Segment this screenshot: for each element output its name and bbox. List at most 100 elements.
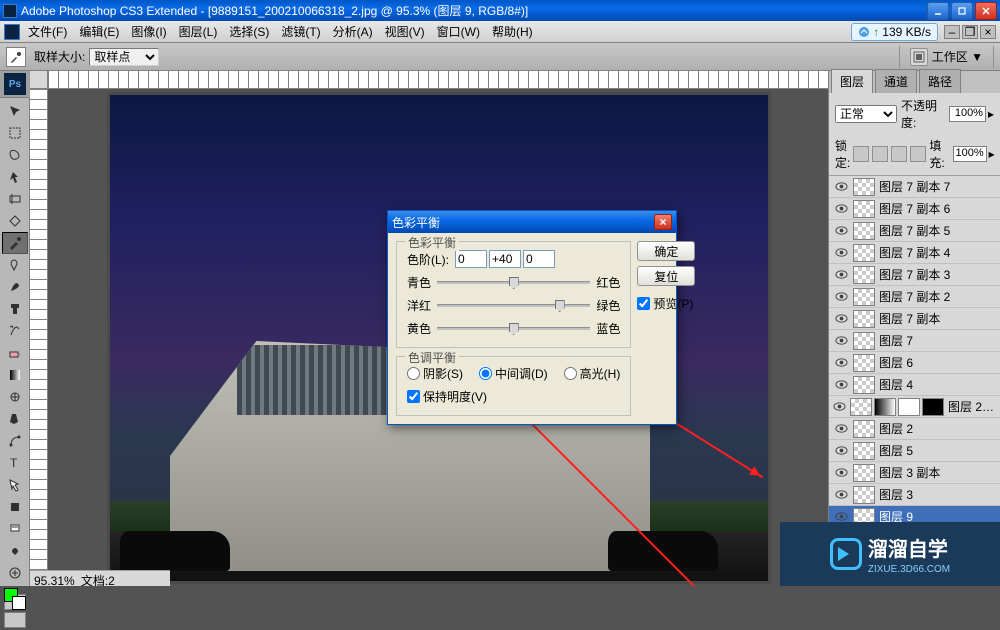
menu-item[interactable]: 编辑(E) (73, 20, 125, 43)
layer-thumbnail[interactable] (853, 332, 875, 350)
tone-radio[interactable] (564, 367, 577, 380)
dodge-tool[interactable] (2, 408, 28, 430)
magic-wand-tool[interactable] (2, 166, 28, 188)
layer-thumbnail[interactable] (853, 310, 875, 328)
lock-transparent-button[interactable] (853, 146, 869, 162)
levels-input-3[interactable] (523, 250, 555, 268)
layer-row[interactable]: 图层 7 副本 3 (829, 264, 1000, 286)
slice-tool[interactable] (2, 210, 28, 232)
marquee-tool[interactable] (2, 122, 28, 144)
notes-tool[interactable] (2, 518, 28, 540)
doc-restore-button[interactable]: ❐ (962, 25, 978, 39)
layer-thumbnail[interactable] (853, 354, 875, 372)
toolbox-header[interactable]: Ps (0, 71, 30, 98)
hand-tool[interactable] (2, 540, 28, 562)
levels-input-1[interactable] (455, 250, 487, 268)
doc-minimize-button[interactable]: – (944, 25, 960, 39)
visibility-toggle[interactable] (833, 465, 849, 481)
layer-row[interactable]: 图层 3 (829, 484, 1000, 506)
minimize-button[interactable] (927, 2, 949, 20)
dialog-titlebar[interactable]: 色彩平衡 × (388, 211, 676, 233)
lock-position-button[interactable] (891, 146, 907, 162)
dialog-close-button[interactable]: × (654, 214, 672, 230)
reset-button[interactable]: 复位 (637, 266, 695, 286)
layer-row[interactable]: 图层 5 (829, 440, 1000, 462)
stamp-tool[interactable] (2, 298, 28, 320)
ruler-horizontal[interactable] (48, 71, 828, 89)
layer-thumbnail[interactable] (853, 442, 875, 460)
layer-row[interactable]: 图层 7 副本 2 (829, 286, 1000, 308)
layer-row[interactable]: 图层 4 (829, 374, 1000, 396)
opacity-arrow-icon[interactable]: ▸ (988, 107, 994, 121)
visibility-toggle[interactable] (833, 201, 849, 217)
layer-thumbnail[interactable] (853, 244, 875, 262)
menu-item[interactable]: 窗口(W) (431, 20, 486, 43)
menu-item[interactable]: 视图(V) (379, 20, 431, 43)
panel-tab[interactable]: 通道 (875, 69, 917, 93)
tone-radio[interactable] (479, 367, 492, 380)
shape-tool[interactable] (2, 496, 28, 518)
panel-tab[interactable]: 图层 (831, 69, 873, 93)
levels-input-2[interactable] (489, 250, 521, 268)
visibility-toggle[interactable] (833, 377, 849, 393)
tone-option[interactable]: 阴影(S) (407, 365, 463, 382)
visibility-toggle[interactable] (833, 355, 849, 371)
menu-item[interactable]: 图层(L) (173, 20, 224, 43)
gradient-tool[interactable] (2, 364, 28, 386)
layer-thumbnail[interactable] (853, 266, 875, 284)
opacity-value[interactable]: 100% (949, 106, 986, 122)
visibility-toggle[interactable] (833, 399, 846, 415)
sample-size-select[interactable]: 取样点 (89, 48, 159, 66)
menu-item[interactable]: 分析(A) (327, 20, 379, 43)
background-color[interactable] (12, 596, 26, 610)
lock-all-button[interactable] (910, 146, 926, 162)
visibility-toggle[interactable] (833, 289, 849, 305)
tone-radio[interactable] (407, 367, 420, 380)
layer-row[interactable]: 图层 7 副本 4 (829, 242, 1000, 264)
move-tool[interactable] (2, 100, 28, 122)
ruler-origin[interactable] (30, 71, 48, 89)
crop-tool[interactable] (2, 188, 28, 210)
layer-row[interactable]: 图层 7 (829, 330, 1000, 352)
layer-row[interactable]: 图层 7 副本 6 (829, 198, 1000, 220)
layer-thumbnail[interactable] (853, 222, 875, 240)
eyedropper-tool[interactable] (2, 232, 28, 254)
tone-option[interactable]: 中间调(D) (479, 365, 548, 382)
zoom-tool[interactable] (2, 562, 28, 584)
layer-thumbnail[interactable] (853, 288, 875, 306)
layer-row[interactable]: 图层 7 副本 (829, 308, 1000, 330)
lock-pixels-button[interactable] (872, 146, 888, 162)
pen-tool[interactable] (2, 430, 28, 452)
tone-option[interactable]: 高光(H) (564, 365, 621, 382)
fill-arrow-icon[interactable]: ▸ (989, 147, 995, 161)
visibility-toggle[interactable] (833, 267, 849, 283)
path-select-tool[interactable] (2, 474, 28, 496)
color-slider[interactable] (437, 327, 590, 330)
layer-thumbnail[interactable] (853, 420, 875, 438)
workspace-dropdown[interactable]: 工作区 ▼ (932, 48, 983, 65)
fill-value[interactable]: 100% (953, 146, 986, 162)
menu-item[interactable]: 文件(F) (22, 20, 73, 43)
maximize-button[interactable] (951, 2, 973, 20)
brush-tool[interactable] (2, 276, 28, 298)
healing-tool[interactable] (2, 254, 28, 276)
eraser-tool[interactable] (2, 342, 28, 364)
menu-item[interactable]: 图像(I) (125, 20, 172, 43)
visibility-toggle[interactable] (833, 443, 849, 459)
visibility-toggle[interactable] (833, 245, 849, 261)
layer-row[interactable]: 图层 7 副本 5 (829, 220, 1000, 242)
ok-button[interactable]: 确定 (637, 241, 695, 261)
blend-mode-select[interactable]: 正常 (835, 105, 897, 123)
layer-row[interactable]: 图层 2 (829, 418, 1000, 440)
menu-item[interactable]: 帮助(H) (486, 20, 539, 43)
menu-item[interactable]: 滤镜(T) (275, 20, 326, 43)
layer-row[interactable]: 图层 2 副本 (829, 396, 1000, 418)
layer-row[interactable]: 图层 3 副本 (829, 462, 1000, 484)
color-slider[interactable] (437, 304, 590, 307)
blur-tool[interactable] (2, 386, 28, 408)
preserve-luminosity-checkbox[interactable] (407, 390, 420, 403)
visibility-toggle[interactable] (833, 311, 849, 327)
layer-thumbnail[interactable] (853, 376, 875, 394)
layer-thumbnail[interactable] (853, 178, 875, 196)
close-button[interactable] (975, 2, 997, 20)
